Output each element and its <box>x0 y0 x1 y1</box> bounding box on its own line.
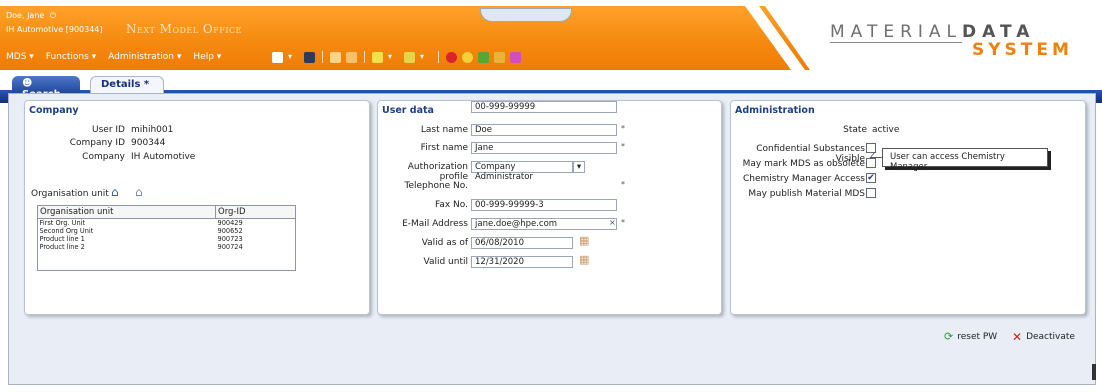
menu-functions[interactable]: Functions ▾ <box>46 52 96 62</box>
toolbar-divider <box>438 51 439 63</box>
deactivate-button[interactable]: ✕ Deactivate <box>1012 330 1075 344</box>
org-unit-label: Organisation unit <box>31 189 109 199</box>
first-name-label: First name <box>420 143 468 153</box>
calendar-icon[interactable]: ▦ <box>579 254 591 266</box>
telephone-input[interactable]: 00-999-99999 <box>471 101 617 113</box>
company-title: Company <box>29 105 79 116</box>
tab-details[interactable]: Details * <box>90 76 164 93</box>
administration-panel: Administration State active Confidential… <box>730 100 1086 315</box>
company-panel: Company User ID mihih001 Company ID 9003… <box>24 100 370 315</box>
close-icon: ✕ <box>1012 330 1023 344</box>
app-title: Next Model Office <box>126 22 242 36</box>
material-data-system-logo: MATERIALDATA SYSTEM <box>830 22 1073 60</box>
add-org-unit-icon[interactable]: ⌂ <box>111 185 119 199</box>
edit-icon[interactable] <box>330 51 341 63</box>
valid-until-label: Valid until <box>423 257 469 267</box>
publish-material-label: May publish Material MDS <box>748 189 865 199</box>
telephone-label: Telephone No. <box>404 181 468 191</box>
scroll-handle[interactable] <box>1092 364 1096 380</box>
last-name-input[interactable]: Doe <box>471 124 617 136</box>
save-icon[interactable] <box>304 51 315 63</box>
user-data-panel: User data Last name Doe * First name Jan… <box>377 100 722 315</box>
chevron-down-icon[interactable]: ▾ <box>288 52 299 63</box>
chemistry-manager-tooltip: User can access Chemistry Manager <box>882 148 1048 172</box>
table-row[interactable]: Product line 2 900724 <box>38 243 296 251</box>
email-label: E-Mail Address <box>402 219 468 229</box>
power-icon[interactable]: ⏻ <box>50 11 56 21</box>
chemistry-manager-checkbox[interactable]: ✔ <box>866 173 876 183</box>
users-icon[interactable] <box>494 51 505 63</box>
tab-area <box>0 70 1102 90</box>
user-id-label: User ID <box>92 125 125 135</box>
org-unit-table: Organisation unit Org-ID First Org. Unit… <box>37 205 296 251</box>
mark-obsolete-checkbox[interactable] <box>866 158 876 168</box>
state-value: active <box>872 125 900 135</box>
user-icon: ☻ <box>22 78 33 89</box>
company-id-label: Company ID <box>69 138 125 148</box>
table-row[interactable]: Second Org Unit 900652 <box>38 227 296 235</box>
calendar-icon[interactable]: ▦ <box>579 235 591 247</box>
column-header-org-id[interactable]: Org-ID <box>215 205 296 219</box>
delete-icon[interactable] <box>446 51 457 63</box>
fax-label: Fax No. <box>435 200 468 210</box>
clear-email-icon[interactable]: × <box>609 218 616 227</box>
valid-until-input[interactable]: 12/31/2020 <box>471 256 573 268</box>
new-document-icon[interactable] <box>272 51 283 63</box>
user-id-value: mihih001 <box>131 125 174 135</box>
toolbar-divider <box>364 51 365 63</box>
flask-icon[interactable] <box>510 51 521 63</box>
download-icon[interactable] <box>372 51 383 63</box>
table-row[interactable]: Product line 1 900723 <box>38 235 296 243</box>
authorization-profile-label: Authorization profile <box>407 162 468 182</box>
authorization-profile-select[interactable]: Company Administrator <box>471 161 573 182</box>
menu-mds[interactable]: MDS ▾ <box>6 52 34 62</box>
required-mark: * <box>621 124 625 133</box>
upload-icon[interactable] <box>404 51 415 63</box>
copy-icon[interactable] <box>346 51 357 63</box>
column-header-org-unit[interactable]: Organisation unit <box>37 205 216 219</box>
table-row[interactable]: First Org. Unit 900429 <box>38 219 296 227</box>
valid-from-input[interactable]: 06/08/2010 <box>471 237 573 249</box>
toolbar: ▾ ▾ ▾ <box>272 51 521 63</box>
chemistry-manager-label: Chemistry Manager Access <box>742 174 865 184</box>
current-company: IH Automotive [900344] <box>6 25 103 34</box>
company-value: IH Automotive <box>131 152 196 162</box>
user-name: Doe, Jane <box>6 11 45 20</box>
mark-obsolete-label: May mark MDS as obsolete <box>742 159 865 169</box>
required-mark: * <box>621 142 625 151</box>
menu-help[interactable]: Help ▾ <box>193 52 221 62</box>
required-mark: * <box>621 180 625 189</box>
valid-from-label: Valid as of <box>421 238 468 248</box>
publish-material-checkbox[interactable] <box>866 188 876 198</box>
company-label: Company <box>82 152 125 162</box>
globe-icon[interactable] <box>462 51 473 63</box>
refresh-icon: ⟳ <box>944 330 954 343</box>
chevron-down-icon[interactable]: ▾ <box>388 52 399 63</box>
header-tab-shape <box>480 8 572 22</box>
first-name-input[interactable]: Jane <box>471 142 617 154</box>
remove-org-unit-icon[interactable]: ⌂ <box>135 185 143 199</box>
toolbar-divider <box>322 51 323 63</box>
menu-bar: MDS ▾ Functions ▾ Administration ▾ Help … <box>6 52 221 62</box>
chevron-down-icon[interactable]: ▾ <box>573 161 585 173</box>
tree-icon[interactable] <box>478 51 489 63</box>
top-strip <box>0 0 1102 6</box>
state-label: State <box>843 125 867 135</box>
menu-administration[interactable]: Administration ▾ <box>108 52 181 62</box>
reset-password-button[interactable]: ⟳ reset PW <box>944 330 997 343</box>
tab-search[interactable]: ☻ Search <box>12 76 80 100</box>
user-data-title: User data <box>382 105 434 116</box>
chevron-down-icon[interactable]: ▾ <box>420 52 431 63</box>
email-input[interactable]: jane.doe@hpe.com <box>471 218 617 230</box>
current-user: Doe, Jane ⏻ <box>6 11 56 21</box>
administration-title: Administration <box>735 105 815 116</box>
required-mark: * <box>621 218 625 227</box>
last-name-label: Last name <box>420 125 468 135</box>
company-id-value: 900344 <box>131 138 166 148</box>
fax-input[interactable]: 00-999-99999-3 <box>471 199 617 211</box>
